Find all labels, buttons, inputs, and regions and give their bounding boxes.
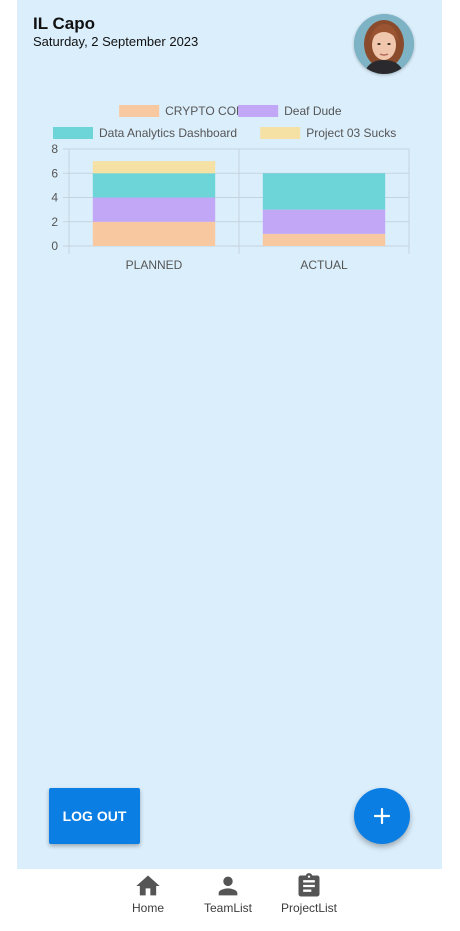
chart-legend: CRYPTO CON Deaf Dude Data Analytics Dashbo… — [53, 104, 396, 140]
bar-segment — [92, 197, 216, 222]
logout-button[interactable]: LOG OUT — [49, 788, 140, 844]
legend-label: CRYPTO CON — [165, 104, 245, 118]
bar-segment — [262, 209, 386, 234]
legend-swatch — [119, 105, 160, 117]
y-tick-label: 4 — [51, 191, 58, 205]
bar-segment — [92, 173, 216, 198]
y-tick-label: 8 — [51, 142, 58, 156]
nav-item-teamlist[interactable]: TeamList — [200, 869, 256, 931]
add-button[interactable] — [354, 788, 410, 844]
nav-label-home: Home — [131, 901, 164, 915]
legend-label: Deaf Dude — [284, 104, 342, 118]
plus-icon — [373, 807, 391, 825]
y-tick-label: 2 — [51, 215, 58, 229]
bar-segment — [92, 161, 216, 174]
nav-item-projectlist[interactable]: ProjectList — [276, 869, 342, 931]
person-icon — [218, 876, 238, 896]
legend-label: Data Analytics Dashboard — [99, 126, 237, 140]
legend-swatch — [53, 127, 93, 139]
clipboard-icon — [298, 873, 320, 897]
x-tick-label: ACTUAL — [300, 258, 348, 272]
nav-item-home[interactable]: Home — [128, 869, 168, 931]
legend-label: Project 03 Sucks — [306, 126, 396, 140]
legend-swatch — [238, 105, 279, 117]
y-tick-label: 6 — [51, 166, 58, 180]
bar-segment — [262, 173, 386, 210]
bar-segment — [262, 233, 386, 246]
legend-swatch — [260, 127, 301, 139]
nav-label-teamlist: TeamList — [203, 901, 253, 915]
y-axis-ticks: 0 2 4 6 8 — [51, 142, 58, 253]
bar-segment — [92, 221, 216, 246]
x-tick-label: PLANNED — [126, 258, 183, 272]
nav-label-projectlist: ProjectList — [280, 901, 338, 915]
stacked-bar-chart: 0 2 4 6 8 PLANNED ACTUAL CRYPTO CON Deaf Dude D… — [51, 104, 410, 272]
y-tick-label: 0 — [51, 239, 58, 253]
x-axis-ticks: PLANNED ACTUAL — [126, 258, 348, 272]
home-icon — [136, 875, 160, 896]
bottom-navigation: Home TeamList ProjectList — [0, 869, 460, 931]
